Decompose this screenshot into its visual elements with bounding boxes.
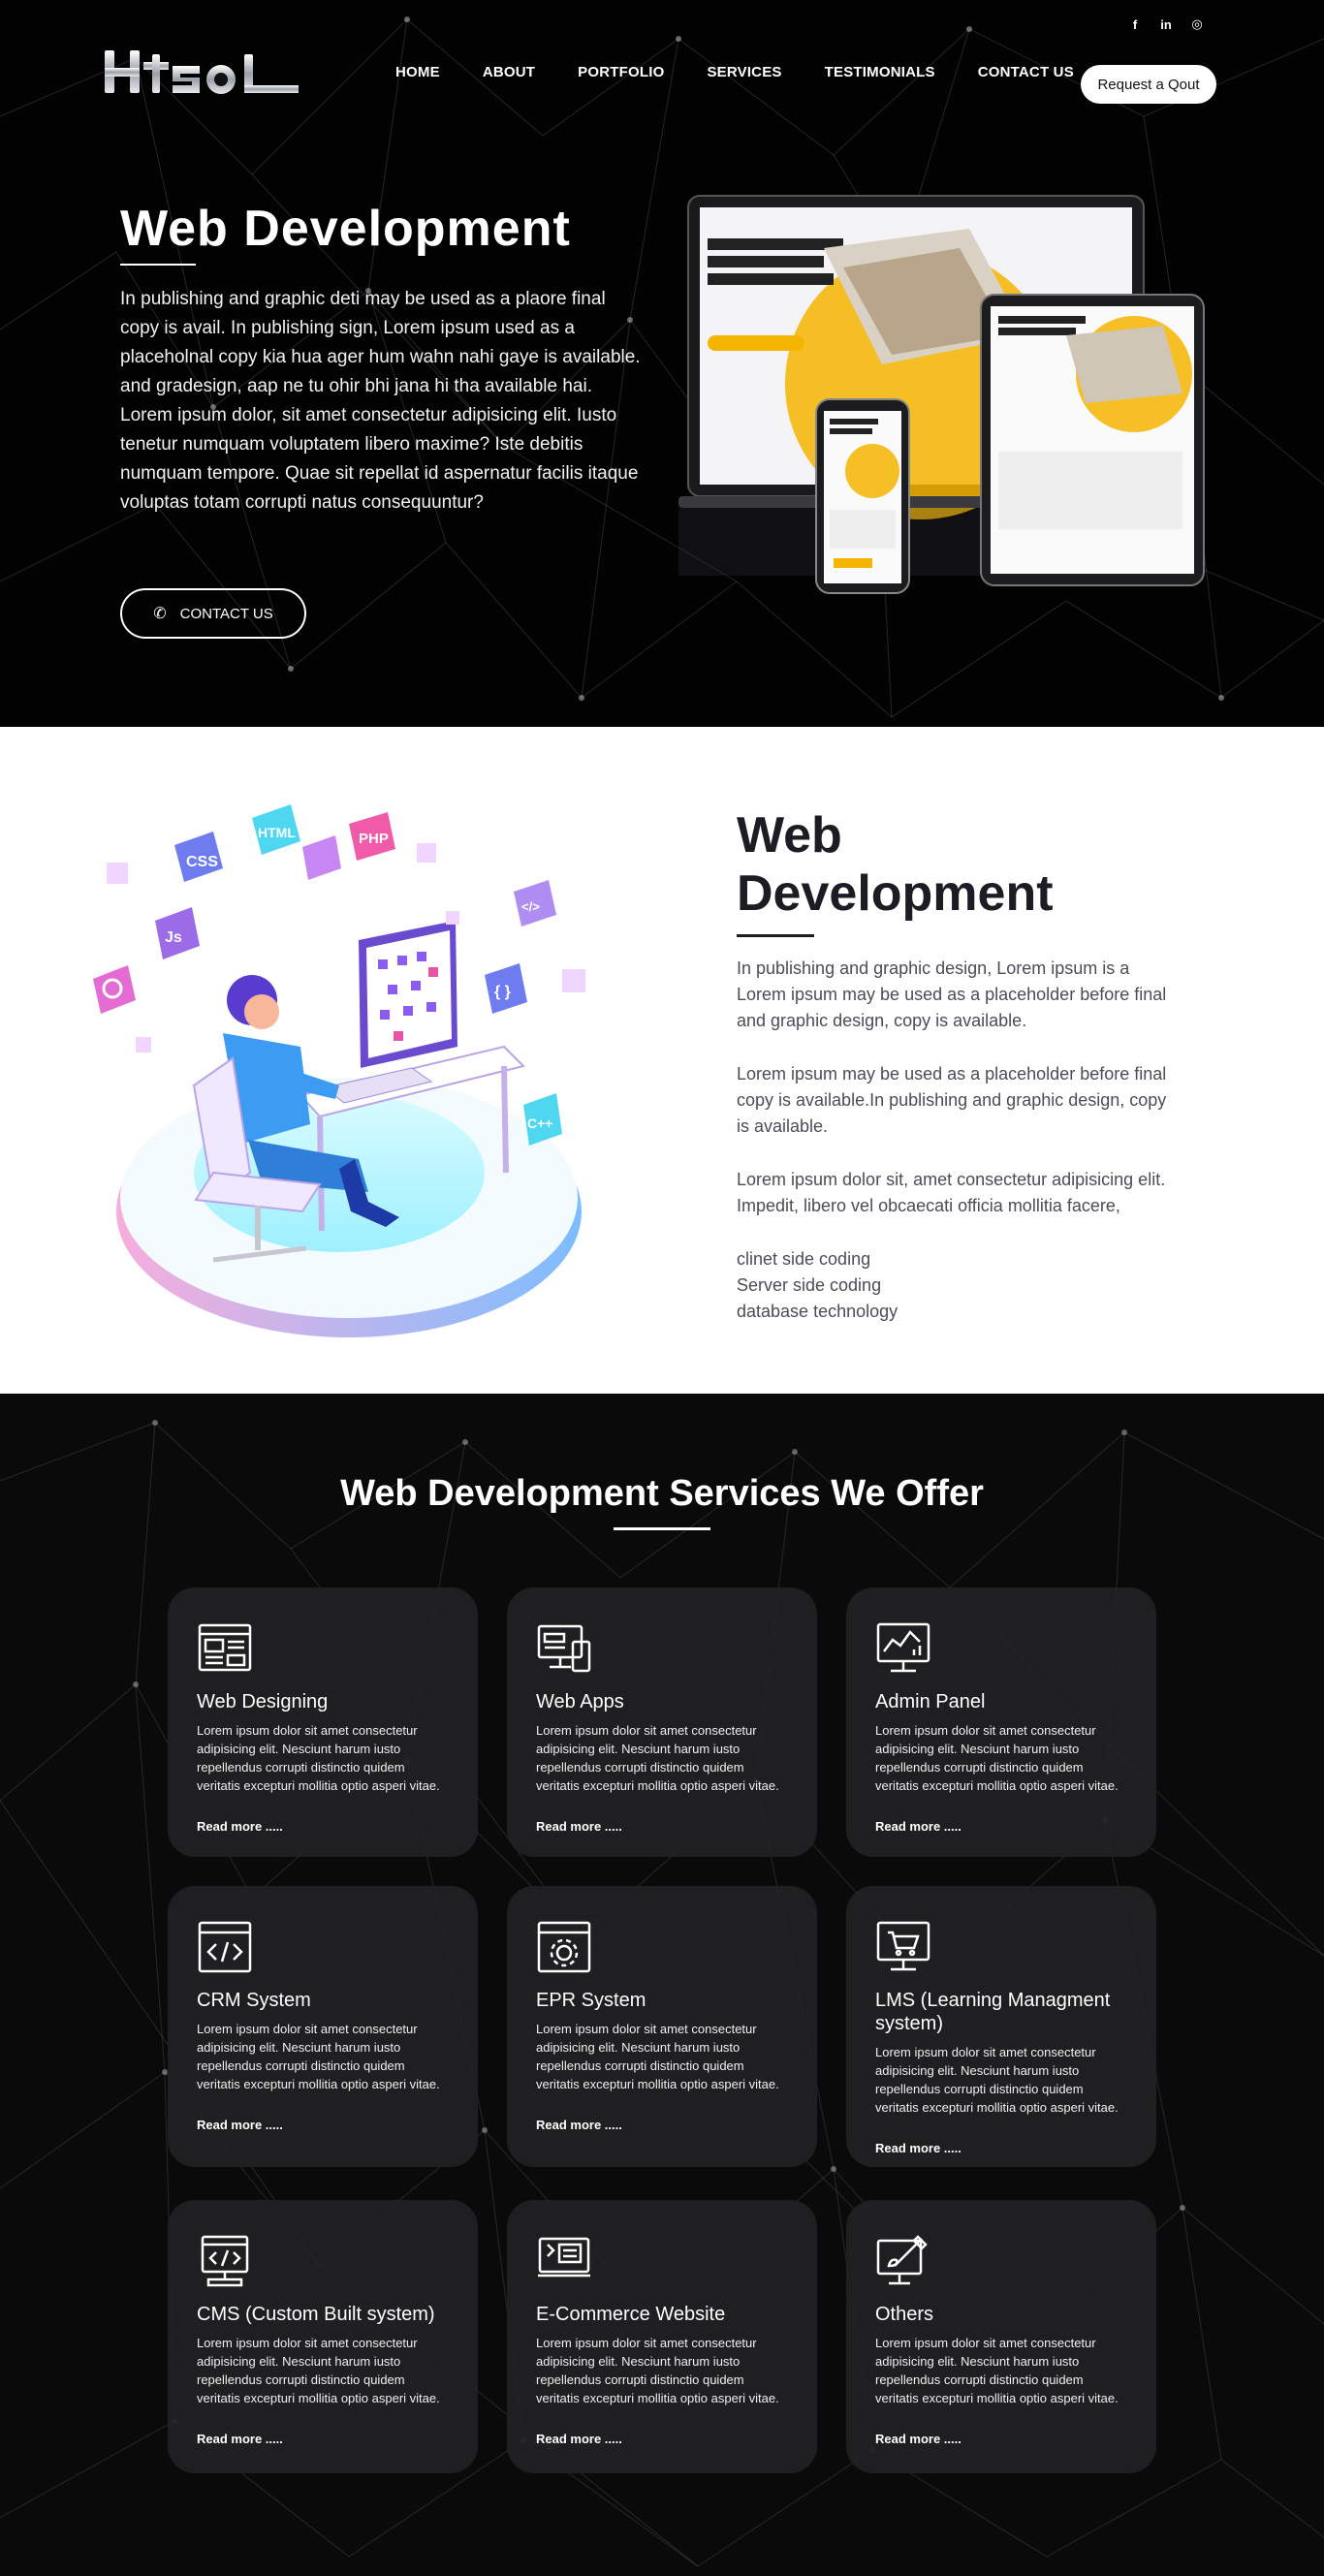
- hero-description: In publishing and graphic deti may be us…: [120, 289, 641, 513]
- service-card-description: Lorem ipsum dolor sit amet consectetur a…: [875, 2045, 1119, 2115]
- svg-text:C++: C++: [527, 1115, 552, 1131]
- service-card-crm-system[interactable]: CRM System Lorem ipsum dolor sit amet co…: [168, 1886, 478, 2167]
- service-card-description: Lorem ipsum dolor sit amet consectetur a…: [875, 1723, 1119, 1793]
- services-title: Web Development Services We Offer: [340, 1473, 984, 1514]
- nav-services[interactable]: SERVICES: [707, 64, 781, 80]
- read-more-link[interactable]: Read more .....: [536, 1819, 622, 1834]
- service-card-title: EPR System: [536, 1990, 646, 2011]
- about-title-underline: [737, 934, 814, 937]
- about-paragraph: Lorem ipsum dolor sit, amet consectetur …: [737, 1170, 1166, 1215]
- service-card-ecommerce[interactable]: E-Commerce Website Lorem ipsum dolor sit…: [507, 2200, 817, 2473]
- site-logo[interactable]: [103, 45, 302, 101]
- service-card-description: Lorem ipsum dolor sit amet consectetur a…: [536, 2022, 779, 2091]
- svg-text:</>: </>: [521, 899, 540, 914]
- facebook-icon[interactable]: f: [1126, 16, 1144, 33]
- web-design-icon: [198, 1623, 252, 1672]
- service-card-lms[interactable]: LMS (Learning Managment system) Lorem ip…: [846, 1886, 1156, 2167]
- service-card-title: LMS (Learning Managment system): [875, 1990, 1111, 2034]
- services-section: Web Development Services We Offer Web De…: [0, 1394, 1324, 2576]
- service-card-description: Lorem ipsum dolor sit amet consectetur a…: [536, 1723, 779, 1793]
- service-card-others[interactable]: Others Lorem ipsum dolor sit amet consec…: [846, 2200, 1156, 2473]
- request-quote-button[interactable]: Request a Qout: [1081, 65, 1216, 104]
- service-card-web-designing[interactable]: Web Designing Lorem ipsum dolor sit amet…: [168, 1587, 478, 1857]
- developer-isometric-illustration: CSS HTML PHP Js C++ { } </>: [93, 804, 585, 1337]
- nav-portfolio[interactable]: PORTFOLIO: [578, 64, 664, 80]
- feature-item: clinet side coding: [737, 1249, 871, 1269]
- service-card-title: CMS (Custom Built system): [197, 2304, 435, 2325]
- service-card-description: Lorem ipsum dolor sit amet consectetur a…: [875, 2336, 1119, 2405]
- about-paragraph: In publishing and graphic design, Lorem …: [737, 958, 1167, 1030]
- read-more-link[interactable]: Read more .....: [536, 2118, 622, 2132]
- design-tools-icon: [876, 2235, 928, 2285]
- svg-text:Js: Js: [165, 929, 182, 946]
- ecommerce-icon: [538, 2237, 590, 2278]
- service-card-cms[interactable]: CMS (Custom Built system) Lorem ipsum do…: [168, 2200, 478, 2473]
- svg-text:{ }: { }: [494, 984, 511, 1000]
- svg-text:HTML: HTML: [258, 825, 296, 840]
- hero-title-underline: [120, 264, 196, 266]
- nav-about[interactable]: ABOUT: [483, 64, 535, 80]
- service-card-description: Lorem ipsum dolor sit amet consectetur a…: [197, 2336, 440, 2405]
- service-card-title: Web Apps: [536, 1691, 624, 1712]
- service-card-web-apps[interactable]: Web Apps Lorem ipsum dolor sit amet cons…: [507, 1587, 817, 1857]
- services-title-underline: [614, 1527, 710, 1530]
- read-more-link[interactable]: Read more .....: [536, 2432, 622, 2446]
- service-card-description: Lorem ipsum dolor sit amet consectetur a…: [197, 2022, 440, 2091]
- feature-list: clinet side coding Server side coding da…: [737, 1246, 1182, 1325]
- web-apps-icon: [537, 1624, 591, 1673]
- service-card-title: Admin Panel: [875, 1691, 986, 1712]
- gear-icon: [537, 1921, 591, 1973]
- service-card-admin-panel[interactable]: Admin Panel Lorem ipsum dolor sit amet c…: [846, 1587, 1156, 1857]
- svg-text:PHP: PHP: [359, 831, 389, 847]
- nav-contact-us[interactable]: CONTACT US: [978, 64, 1074, 80]
- linkedin-icon[interactable]: in: [1157, 16, 1175, 33]
- service-card-description: Lorem ipsum dolor sit amet consectetur a…: [536, 2336, 779, 2405]
- feature-item: Server side coding: [737, 1275, 882, 1295]
- main-nav: HOME ABOUT PORTFOLIO SERVICES TESTIMONIA…: [395, 64, 1117, 80]
- about-title: Web Development: [737, 807, 1054, 922]
- about-content: In publishing and graphic design, Lorem …: [737, 956, 1182, 1325]
- service-card-title: Web Designing: [197, 1691, 329, 1712]
- instagram-icon[interactable]: ◎: [1188, 16, 1206, 33]
- page: f in ◎ HOME ABOUT PORTFOLIO SERVICES TES…: [0, 0, 1324, 2576]
- service-card-description: Lorem ipsum dolor sit amet consectetur a…: [197, 1723, 440, 1793]
- read-more-link[interactable]: Read more .....: [197, 2118, 283, 2132]
- read-more-link[interactable]: Read more .....: [875, 1819, 961, 1834]
- read-more-link[interactable]: Read more .....: [197, 1819, 283, 1834]
- hero-title: Web Development: [120, 201, 571, 257]
- read-more-link[interactable]: Read more .....: [197, 2432, 283, 2446]
- read-more-link[interactable]: Read more .....: [875, 2432, 961, 2446]
- hero-section: f in ◎ HOME ABOUT PORTFOLIO SERVICES TES…: [0, 0, 1324, 727]
- phone-icon: ✆: [153, 606, 167, 622]
- service-card-title: E-Commerce Website: [536, 2304, 726, 2325]
- contact-us-label: CONTACT US: [179, 605, 273, 622]
- nav-home[interactable]: HOME: [395, 64, 440, 80]
- service-card-title: Others: [875, 2304, 934, 2325]
- service-card-title: CRM System: [197, 1990, 311, 2011]
- feature-item: database technology: [737, 1302, 898, 1321]
- nav-testimonials[interactable]: TESTIMONIALS: [825, 64, 935, 80]
- svg-text:CSS: CSS: [186, 854, 218, 870]
- cms-icon: [201, 2235, 249, 2287]
- about-paragraph: Lorem ipsum may be used as a placeholder…: [737, 1064, 1167, 1136]
- code-icon: [198, 1921, 252, 1973]
- responsive-devices-image: [678, 195, 1205, 594]
- contact-us-button[interactable]: ✆ CONTACT US: [120, 588, 306, 639]
- social-links: f in ◎: [1126, 16, 1206, 33]
- cart-monitor-icon: [876, 1921, 930, 1971]
- about-section: CSS HTML PHP Js C++ { } </> Web Developm…: [0, 727, 1324, 1394]
- service-card-epr-system[interactable]: EPR System Lorem ipsum dolor sit amet co…: [507, 1886, 817, 2167]
- read-more-link[interactable]: Read more .....: [875, 2141, 961, 2155]
- admin-panel-icon: [876, 1622, 930, 1673]
